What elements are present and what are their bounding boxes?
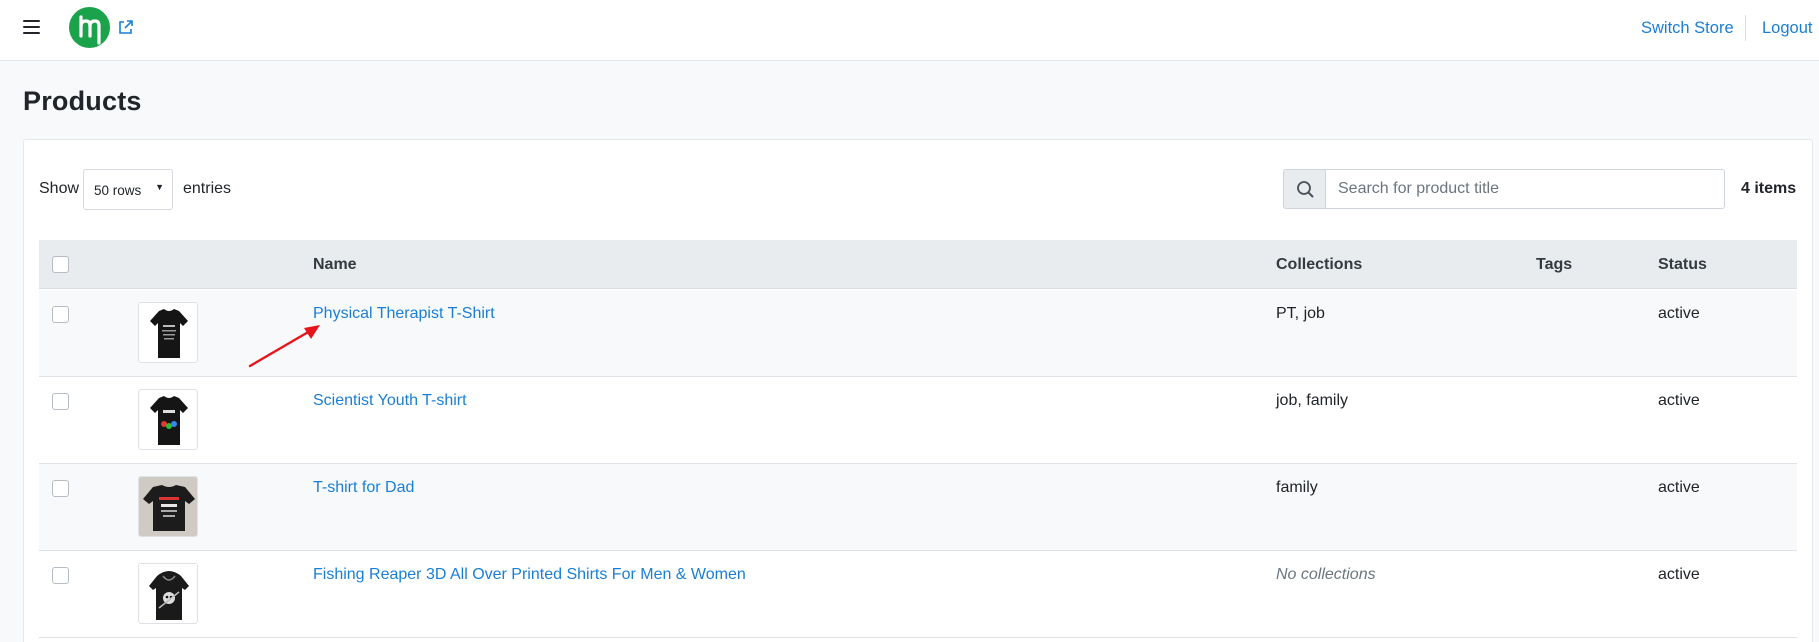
entries-label: entries [183,180,232,197]
nav-divider [1745,15,1746,41]
product-title-link[interactable]: Physical Therapist T-Shirt [313,305,495,323]
column-header-tags[interactable]: Tags [1536,256,1572,274]
rows-per-page-select[interactable]: 50 rows ▼ [83,169,173,210]
product-thumbnail[interactable] [138,476,198,537]
product-status: active [1658,479,1700,496]
product-title-link[interactable]: Scientist Youth T-shirt [313,392,467,410]
product-status: active [1658,566,1700,583]
column-header-status[interactable]: Status [1658,256,1707,274]
external-link-icon[interactable] [117,19,134,36]
rows-select-value: 50 rows [94,183,142,198]
product-status: active [1658,392,1700,409]
row-checkbox[interactable] [52,480,69,497]
column-header-name[interactable]: Name [313,256,357,274]
show-label: Show [39,180,80,197]
product-title-link[interactable]: T-shirt for Dad [313,479,414,497]
page-title: Products [23,86,142,116]
table-row: Scientist Youth T-shirt job, family acti… [39,377,1797,464]
switch-store-link[interactable]: Switch Store [1641,19,1734,38]
top-navbar: Switch Store Logout [0,0,1819,61]
product-collections: job, family [1276,392,1349,409]
search-input[interactable] [1325,169,1725,209]
store-logo[interactable] [69,7,110,48]
product-collections: PT, job [1276,305,1325,322]
logout-link[interactable]: Logout [1762,19,1812,38]
search-icon [1283,169,1326,209]
annotation-arrow-icon [246,322,324,370]
select-all-checkbox[interactable] [52,256,69,273]
product-collections: family [1276,479,1318,496]
column-header-collections[interactable]: Collections [1276,256,1362,274]
product-thumbnail[interactable] [138,563,198,624]
product-title-link[interactable]: Fishing Reaper 3D All Over Printed Shirt… [313,566,746,584]
chevron-down-icon: ▼ [155,182,164,192]
product-status: active [1658,305,1700,322]
table-row: T-shirt for Dad family active [39,464,1797,551]
product-thumbnail[interactable] [138,302,198,363]
product-thumbnail[interactable] [138,389,198,450]
row-checkbox[interactable] [52,306,69,323]
row-checkbox[interactable] [52,393,69,410]
product-collections: No collections [1276,566,1376,583]
table-row: Fishing Reaper 3D All Over Printed Shirt… [39,551,1797,638]
hamburger-menu-icon[interactable] [23,20,40,35]
items-count: 4 items [1741,180,1797,197]
row-checkbox[interactable] [52,567,69,584]
table-header: Name Collections Tags Status [39,240,1797,289]
